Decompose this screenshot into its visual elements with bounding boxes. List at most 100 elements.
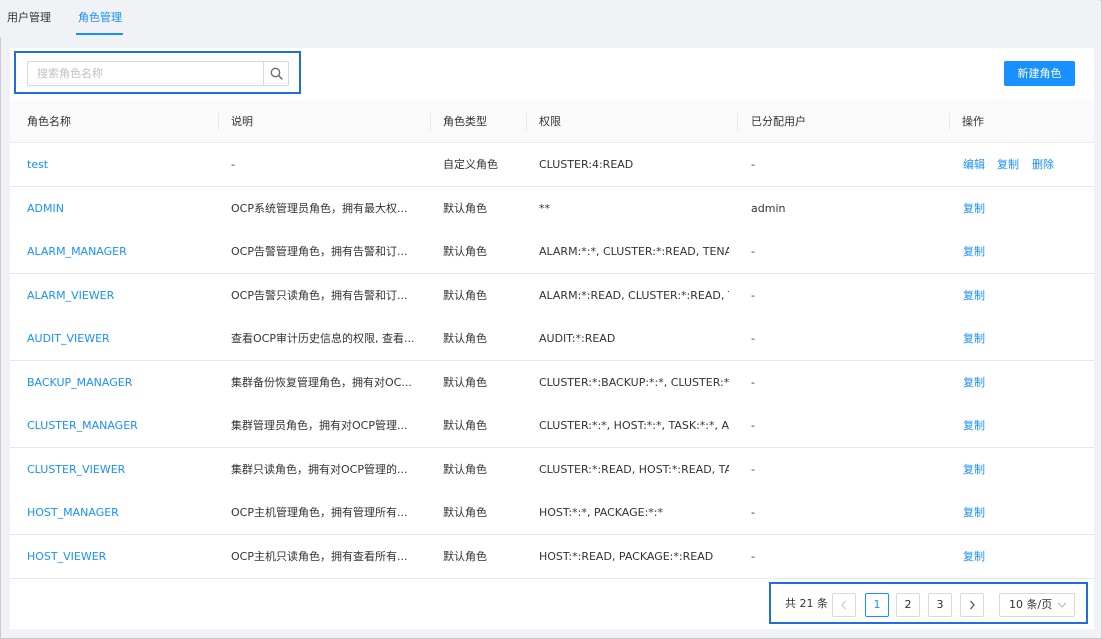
role-name-link[interactable]: AUDIT_VIEWER	[27, 317, 110, 360]
role-permissions: **	[539, 202, 550, 215]
copy-button[interactable]: 复制	[997, 143, 1019, 186]
chevron-right-icon	[970, 600, 975, 610]
assigned-users: -	[751, 158, 755, 171]
role-permissions: AUDIT:*:READ	[539, 332, 616, 345]
role-permissions: ALARM:*:*, CLUSTER:*:READ, TENA...	[539, 245, 729, 258]
tab-role-management[interactable]: 角色管理	[78, 10, 122, 26]
table-row: test - 自定义角色 CLUSTER:4:READ - 编辑 复制 删除	[10, 143, 1094, 187]
column-divider	[949, 113, 950, 130]
role-type: 自定义角色	[443, 158, 498, 171]
table-row: CLUSTER_MANAGER 集群管理员角色，拥有对OCP管理... 默认角色…	[10, 404, 1094, 448]
column-header-description: 说明	[231, 115, 253, 128]
table-row: BACKUP_MANAGER 集群备份恢复管理角色，拥有对OC... 默认角色 …	[10, 361, 1094, 405]
table-row: ADMIN OCP系统管理员角色，拥有最大权... 默认角色 ** admin …	[10, 187, 1094, 231]
assigned-users: -	[751, 419, 755, 432]
role-description: OCP告警管理角色，拥有告警和订...	[231, 245, 408, 258]
copy-button[interactable]: 复制	[963, 404, 985, 447]
role-permissions: CLUSTER:*:READ, HOST:*:READ, TAS...	[539, 463, 729, 476]
column-divider	[737, 113, 738, 130]
copy-button[interactable]: 复制	[963, 230, 985, 273]
tab-bar: 用户管理 角色管理	[0, 0, 1100, 37]
role-permissions: HOST:*:READ, PACKAGE:*:READ	[539, 550, 714, 563]
role-type: 默认角色	[443, 463, 487, 476]
new-role-button[interactable]: 新建角色	[1004, 61, 1075, 86]
column-header-assigned-users: 已分配用户	[751, 115, 806, 128]
role-name-link[interactable]: HOST_MANAGER	[27, 491, 119, 534]
assigned-users: -	[751, 245, 755, 258]
copy-button[interactable]: 复制	[963, 448, 985, 491]
page-button-1[interactable]: 1	[865, 593, 889, 617]
search-box	[27, 61, 289, 86]
table-row: ALARM_VIEWER OCP告警只读角色，拥有告警和订... 默认角色 AL…	[10, 274, 1094, 318]
column-divider	[526, 113, 527, 130]
role-name-link[interactable]: ADMIN	[27, 187, 64, 230]
role-name-link[interactable]: ALARM_MANAGER	[27, 230, 127, 273]
pagination-total: 共 21 条	[785, 597, 828, 610]
role-name-link[interactable]: ALARM_VIEWER	[27, 274, 114, 317]
role-name-link[interactable]: HOST_VIEWER	[27, 535, 106, 578]
search-input[interactable]	[28, 62, 264, 85]
role-description: -	[231, 158, 235, 171]
copy-button[interactable]: 复制	[963, 361, 985, 404]
role-type: 默认角色	[443, 550, 487, 563]
active-tab-indicator	[76, 33, 123, 35]
role-type: 默认角色	[443, 202, 487, 215]
assigned-users: -	[751, 463, 755, 476]
assigned-users: -	[751, 550, 755, 563]
next-page-button[interactable]	[960, 593, 984, 617]
role-type: 默认角色	[443, 245, 487, 258]
role-type: 默认角色	[443, 419, 487, 432]
table-header: 角色名称 说明 角色类型 权限 已分配用户 操作	[10, 100, 1094, 143]
assigned-users: -	[751, 289, 755, 302]
role-permissions: HOST:*:*, PACKAGE:*:*	[539, 506, 664, 519]
search-icon	[270, 67, 283, 80]
table-row: CLUSTER_VIEWER 集群只读角色，拥有对OCP管理的... 默认角色 …	[10, 448, 1094, 492]
prev-page-button[interactable]	[832, 593, 856, 617]
edit-button[interactable]: 编辑	[963, 143, 985, 186]
column-divider	[218, 113, 219, 130]
column-header-role-name: 角色名称	[27, 115, 71, 128]
search-button[interactable]	[263, 62, 288, 85]
role-type: 默认角色	[443, 506, 487, 519]
page-size-label: 10 条/页	[1009, 598, 1053, 611]
assigned-users: -	[751, 332, 755, 345]
column-divider	[430, 113, 431, 130]
assigned-users: -	[751, 376, 755, 389]
role-permissions: CLUSTER:*:*, HOST:*:*, TASK:*:*, ALA...	[539, 419, 729, 432]
role-description: OCP告警只读角色，拥有告警和订...	[231, 289, 408, 302]
role-name-link[interactable]: test	[27, 143, 48, 186]
column-header-role-type: 角色类型	[443, 115, 487, 128]
assigned-users: -	[751, 506, 755, 519]
page-button-3[interactable]: 3	[928, 593, 952, 617]
role-permissions: CLUSTER:*:BACKUP:*:*, CLUSTER:*:R...	[539, 376, 729, 389]
copy-button[interactable]: 复制	[963, 491, 985, 534]
table-row: HOST_MANAGER OCP主机管理角色，拥有管理所有... 默认角色 HO…	[10, 491, 1094, 535]
role-name-link[interactable]: CLUSTER_VIEWER	[27, 448, 125, 491]
copy-button[interactable]: 复制	[963, 317, 985, 360]
role-description: 集群备份恢复管理角色，拥有对OC...	[231, 376, 412, 389]
role-type: 默认角色	[443, 376, 487, 389]
tab-user-management[interactable]: 用户管理	[7, 10, 51, 26]
role-name-link[interactable]: CLUSTER_MANAGER	[27, 404, 138, 447]
copy-button[interactable]: 复制	[963, 187, 985, 230]
table-row: ALARM_MANAGER OCP告警管理角色，拥有告警和订... 默认角色 A…	[10, 230, 1094, 274]
role-description: 集群管理员角色，拥有对OCP管理...	[231, 419, 408, 432]
role-description: 集群只读角色，拥有对OCP管理的...	[231, 463, 408, 476]
table-row: HOST_VIEWER OCP主机只读角色，拥有查看所有... 默认角色 HOS…	[10, 535, 1094, 579]
chevron-left-icon	[841, 600, 846, 610]
role-permissions: ALARM:*:READ, CLUSTER:*:READ, TE...	[539, 289, 729, 302]
column-header-actions: 操作	[962, 115, 984, 128]
role-description: OCP主机管理角色，拥有管理所有...	[231, 506, 408, 519]
copy-button[interactable]: 复制	[963, 274, 985, 317]
role-description: 查看OCP审计历史信息的权限, 查看...	[231, 332, 415, 345]
page-size-select[interactable]: 10 条/页	[999, 593, 1075, 617]
role-description: OCP系统管理员角色，拥有最大权...	[231, 202, 408, 215]
delete-button[interactable]: 删除	[1032, 143, 1054, 186]
assigned-users: admin	[751, 202, 786, 215]
page-button-2[interactable]: 2	[896, 593, 920, 617]
role-type: 默认角色	[443, 289, 487, 302]
role-name-link[interactable]: BACKUP_MANAGER	[27, 361, 132, 404]
role-permissions: CLUSTER:4:READ	[539, 158, 634, 171]
copy-button[interactable]: 复制	[963, 535, 985, 578]
column-header-permissions: 权限	[539, 115, 561, 128]
